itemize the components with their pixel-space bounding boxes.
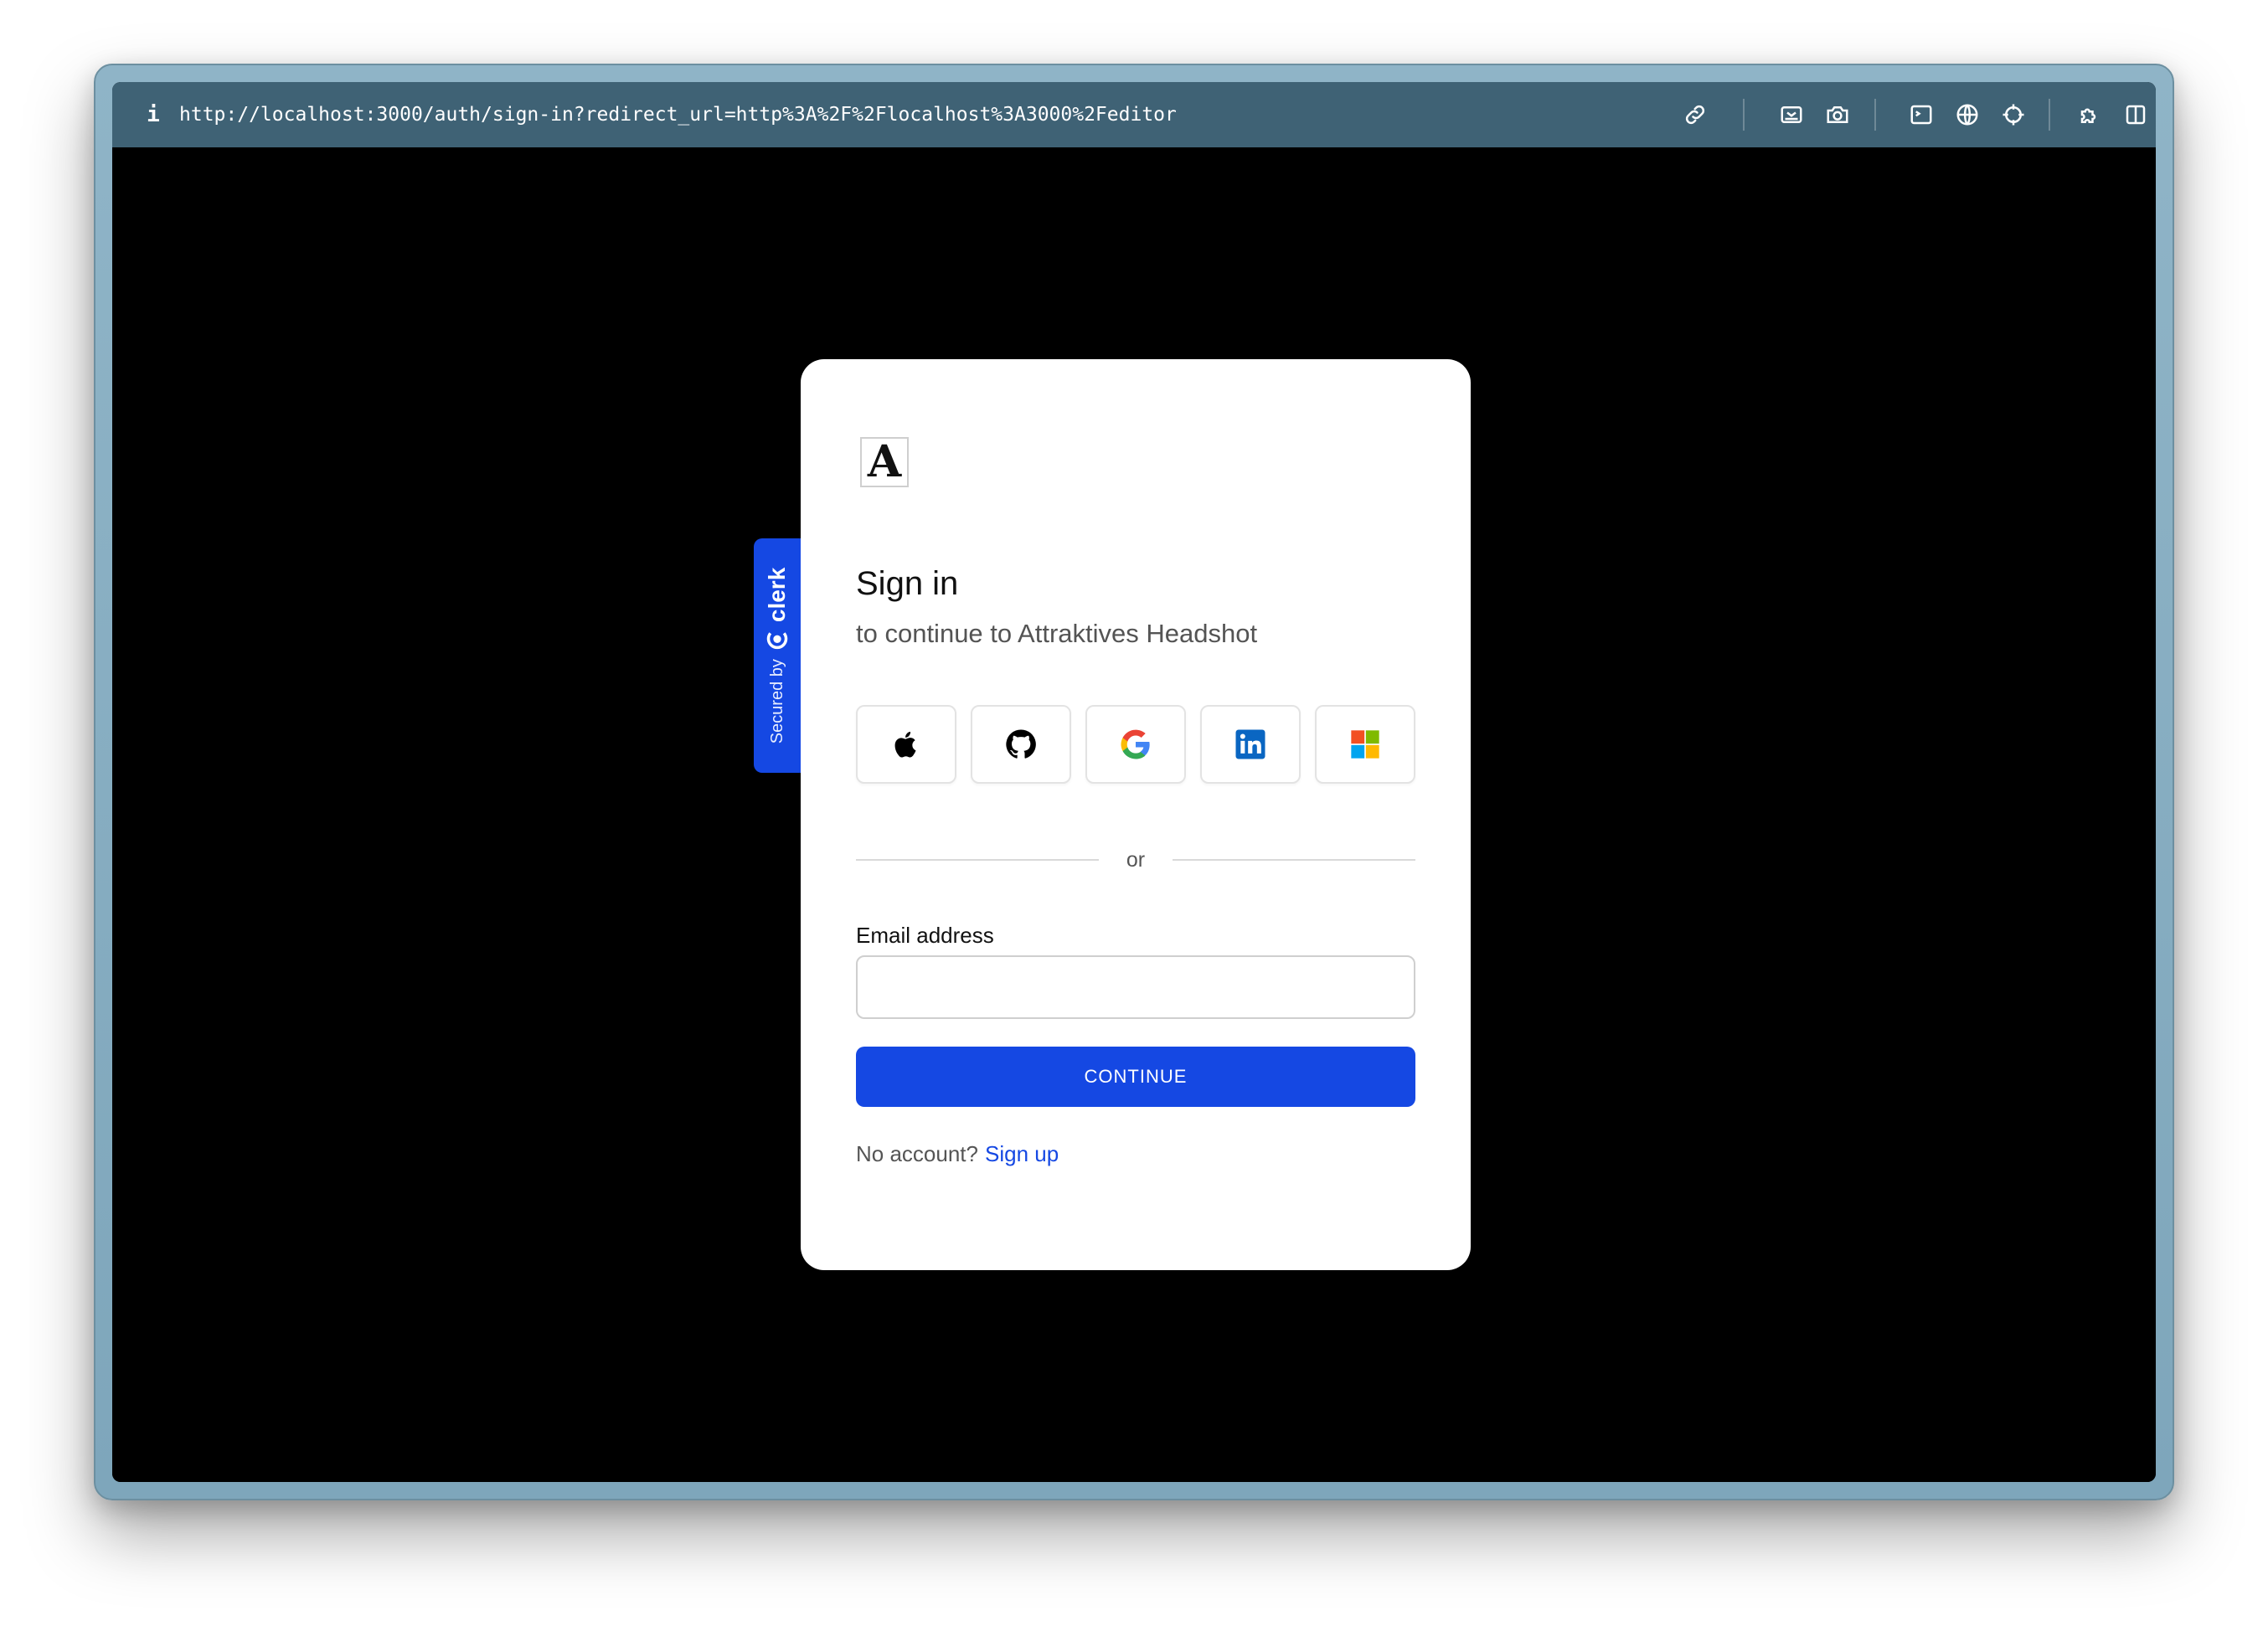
toolbar-divider (1743, 99, 1745, 131)
browser-window: i http://localhost:3000/auth/sign-in?red… (112, 82, 2156, 1482)
toolbar-divider (2049, 99, 2050, 131)
link-icon[interactable] (1680, 100, 1710, 130)
clerk-logo-icon (766, 632, 788, 649)
microsoft-signin-button[interactable] (1315, 705, 1415, 784)
apple-signin-button[interactable] (856, 705, 956, 784)
page-viewport: Secured by clerk A Sign in to continue t… (112, 147, 2156, 1482)
google-signin-button[interactable] (1085, 705, 1186, 784)
page-subtitle: to continue to Attraktives Headshot (856, 619, 1258, 648)
browser-window-frame: i http://localhost:3000/auth/sign-in?red… (94, 64, 2174, 1500)
divider-line-right (1173, 859, 1415, 861)
terminal-icon[interactable] (1906, 100, 1936, 130)
clerk-secured-badge[interactable]: Secured by clerk (754, 538, 801, 773)
linkedin-signin-button[interactable] (1200, 705, 1301, 784)
split-view-icon[interactable] (2121, 100, 2151, 130)
crosshair-icon[interactable] (1998, 100, 2028, 130)
signup-prompt: No account? Sign up (856, 1141, 1059, 1167)
secured-by-label: Secured by (767, 659, 786, 744)
google-icon (1121, 729, 1150, 759)
page-title: Sign in (856, 565, 959, 602)
app-logo: A (860, 437, 909, 487)
social-login-row (856, 705, 1415, 785)
camera-icon[interactable] (1822, 100, 1853, 130)
toolbar-divider (1874, 99, 1876, 131)
url-bar[interactable]: http://localhost:3000/auth/sign-in?redir… (179, 99, 1177, 131)
github-signin-button[interactable] (971, 705, 1071, 784)
signin-card: A Sign in to continue to Attraktives Hea… (801, 359, 1471, 1270)
email-input[interactable] (856, 955, 1415, 1019)
or-divider: or (856, 845, 1415, 875)
microsoft-icon (1351, 730, 1379, 759)
github-icon (1006, 729, 1036, 759)
apple-icon (894, 732, 916, 758)
info-icon[interactable]: i (141, 99, 166, 131)
clerk-brand: clerk (764, 568, 791, 651)
browser-toolbar: i http://localhost:3000/auth/sign-in?red… (112, 82, 2156, 147)
clerk-brand-text: clerk (764, 567, 790, 623)
signup-link[interactable]: Sign up (985, 1141, 1059, 1166)
responsive-icon[interactable] (1776, 100, 1807, 130)
email-label: Email address (856, 923, 994, 948)
continue-button[interactable]: CONTINUE (856, 1047, 1415, 1107)
no-account-text: No account? (856, 1141, 978, 1166)
globe-icon[interactable] (1952, 100, 1982, 130)
linkedin-icon (1235, 729, 1265, 759)
puzzle-icon[interactable] (2075, 100, 2106, 130)
